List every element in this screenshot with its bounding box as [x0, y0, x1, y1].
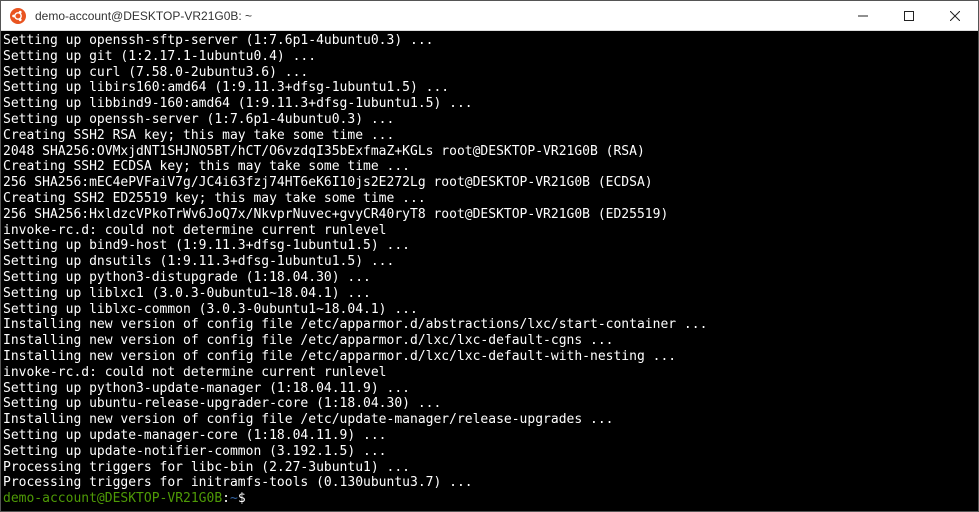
terminal-line: Setting up python3-distupgrade (1:18.04.… [3, 270, 974, 286]
terminal-line: Installing new version of config file /e… [3, 333, 974, 349]
terminal-line: Setting up bind9-host (1:9.11.3+dfsg-1ub… [3, 238, 974, 254]
ubuntu-icon [9, 7, 27, 25]
terminal-line: invoke-rc.d: could not determine current… [3, 365, 974, 381]
terminal-line: Setting up ubuntu-release-upgrader-core … [3, 396, 974, 412]
terminal-line: Setting up curl (7.58.0-2ubuntu3.6) ... [3, 65, 974, 81]
terminal-line: Processing triggers for libc-bin (2.27-3… [3, 460, 974, 476]
prompt-user: demo-account [3, 491, 97, 506]
terminal-line: 256 SHA256:HxldzcVPkoTrWv6JoQ7x/NkvprNuv… [3, 207, 974, 223]
terminal-line: Installing new version of config file /e… [3, 412, 974, 428]
prompt-path: ~ [230, 491, 238, 506]
prompt-colon: : [222, 491, 230, 506]
terminal-line: 256 SHA256:mEC4ePVFaiV7g/JC4i63fzj74HT6e… [3, 175, 974, 191]
terminal-line: Installing new version of config file /e… [3, 349, 974, 365]
terminal-line: Setting up python3-update-manager (1:18.… [3, 381, 974, 397]
terminal-line: Setting up liblxc-common (3.0.3-0ubuntu1… [3, 302, 974, 318]
terminal-prompt[interactable]: demo-account@DESKTOP-VR21G0B:~$ [3, 491, 974, 507]
terminal-line: Setting up dnsutils (1:9.11.3+dfsg-1ubun… [3, 254, 974, 270]
window-title: demo-account@DESKTOP-VR21G0B: ~ [35, 9, 840, 23]
window-controls [840, 1, 978, 30]
maximize-button[interactable] [886, 1, 932, 30]
window-titlebar[interactable]: demo-account@DESKTOP-VR21G0B: ~ [1, 1, 978, 31]
terminal-output[interactable]: Setting up openssh-sftp-server (1:7.6p1-… [1, 31, 978, 511]
prompt-at: @ [97, 491, 105, 506]
terminal-line: invoke-rc.d: could not determine current… [3, 223, 974, 239]
close-button[interactable] [932, 1, 978, 30]
terminal-line: Setting up libirs160:amd64 (1:9.11.3+dfs… [3, 80, 974, 96]
terminal-line: Setting up update-manager-core (1:18.04.… [3, 428, 974, 444]
terminal-line: Processing triggers for initramfs-tools … [3, 475, 974, 491]
terminal-line: Setting up update-notifier-common (3.192… [3, 444, 974, 460]
terminal-line: Setting up openssh-server (1:7.6p1-4ubun… [3, 112, 974, 128]
terminal-line: Creating SSH2 RSA key; this may take som… [3, 128, 974, 144]
terminal-line: Creating SSH2 ECDSA key; this may take s… [3, 159, 974, 175]
terminal-line: Setting up git (1:2.17.1-1ubuntu0.4) ... [3, 49, 974, 65]
terminal-line: Installing new version of config file /e… [3, 317, 974, 333]
terminal-line: Setting up libbind9-160:amd64 (1:9.11.3+… [3, 96, 974, 112]
prompt-dollar: $ [238, 491, 254, 506]
terminal-line: 2048 SHA256:OVMxjdNT1SHJNO5BT/hCT/O6vzdq… [3, 144, 974, 160]
terminal-line: Setting up liblxc1 (3.0.3-0ubuntu1~18.04… [3, 286, 974, 302]
terminal-line: Setting up openssh-sftp-server (1:7.6p1-… [3, 33, 974, 49]
terminal-line: Creating SSH2 ED25519 key; this may take… [3, 191, 974, 207]
minimize-button[interactable] [840, 1, 886, 30]
prompt-host: DESKTOP-VR21G0B [105, 491, 222, 506]
